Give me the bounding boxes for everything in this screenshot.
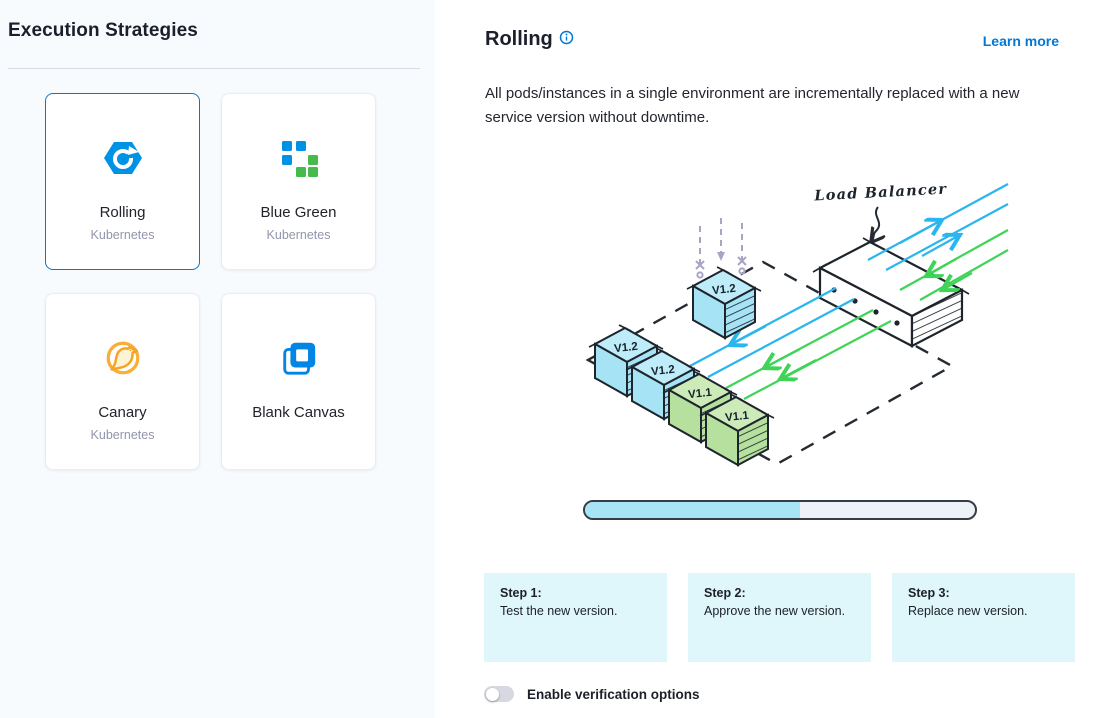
step-title: Step 2: xyxy=(704,586,855,600)
strategy-card-canary[interactable]: Canary Kubernetes xyxy=(45,293,200,470)
step-box-3: Step 3: Replace new version. xyxy=(892,573,1075,662)
strategy-card-label: Blank Canvas xyxy=(252,404,345,421)
learn-more-link[interactable]: Learn more xyxy=(983,33,1059,49)
strategy-card-grid: Rolling Kubernetes Blue Green Kubernetes xyxy=(45,93,376,470)
strategy-card-label: Blue Green xyxy=(261,204,337,221)
page-title: Execution Strategies xyxy=(8,20,198,42)
verification-toggle[interactable] xyxy=(484,686,514,702)
steps-row: Step 1: Test the new version. Step 2: Ap… xyxy=(484,573,1075,662)
strategy-card-rolling[interactable]: Rolling Kubernetes xyxy=(45,93,200,270)
rolling-refresh-hexagon-icon xyxy=(103,138,143,178)
blank-canvas-icon xyxy=(279,338,319,378)
svg-text:V1.2: V1.2 xyxy=(712,283,737,297)
svg-text:V1.2: V1.2 xyxy=(614,341,639,355)
strategy-description: All pods/instances in a single environme… xyxy=(485,82,1070,130)
strategy-card-subtitle: Kubernetes xyxy=(267,228,331,242)
blue-green-squares-icon xyxy=(279,138,319,178)
step-text: Approve the new version. xyxy=(704,604,855,618)
svg-text:V1.1: V1.1 xyxy=(725,410,750,424)
verification-toggle-label: Enable verification options xyxy=(527,687,700,702)
strategy-card-label: Rolling xyxy=(100,204,146,221)
step-box-2: Step 2: Approve the new version. xyxy=(688,573,871,662)
step-text: Replace new version. xyxy=(908,604,1059,618)
strategy-card-subtitle: Kubernetes xyxy=(91,428,155,442)
execution-strategies-screen: Execution Strategies Rolling Kubernetes xyxy=(0,0,1116,718)
info-icon[interactable] xyxy=(559,30,574,50)
load-balancer-pointer-arrow xyxy=(872,207,879,241)
verification-toggle-row: Enable verification options xyxy=(484,686,700,702)
divider xyxy=(8,68,420,69)
strategy-card-label: Canary xyxy=(98,404,146,421)
step-title: Step 3: xyxy=(908,586,1059,600)
step-title: Step 1: xyxy=(500,586,651,600)
svg-text:V1.1: V1.1 xyxy=(688,387,713,401)
load-balancer-label: Load Balancer xyxy=(813,181,948,205)
strategy-detail-panel: Rolling Learn more All pods/instances in… xyxy=(435,0,1116,718)
detail-title: Rolling xyxy=(485,28,553,51)
rollout-progress-bar xyxy=(583,500,977,520)
canary-bird-icon xyxy=(103,338,143,378)
strategy-list-panel: Execution Strategies Rolling Kubernetes xyxy=(0,0,435,718)
step-text: Test the new version. xyxy=(500,604,651,618)
step-box-1: Step 1: Test the new version. xyxy=(484,573,667,662)
rolling-deployment-illustration: Load Balancer xyxy=(560,163,1020,498)
strategy-card-subtitle: Kubernetes xyxy=(91,228,155,242)
strategy-card-blue-green[interactable]: Blue Green Kubernetes xyxy=(221,93,376,270)
strategy-card-blank-canvas[interactable]: Blank Canvas xyxy=(221,293,376,470)
svg-text:V1.2: V1.2 xyxy=(651,364,676,378)
progress-fill xyxy=(585,502,800,518)
toggle-knob xyxy=(486,688,499,701)
